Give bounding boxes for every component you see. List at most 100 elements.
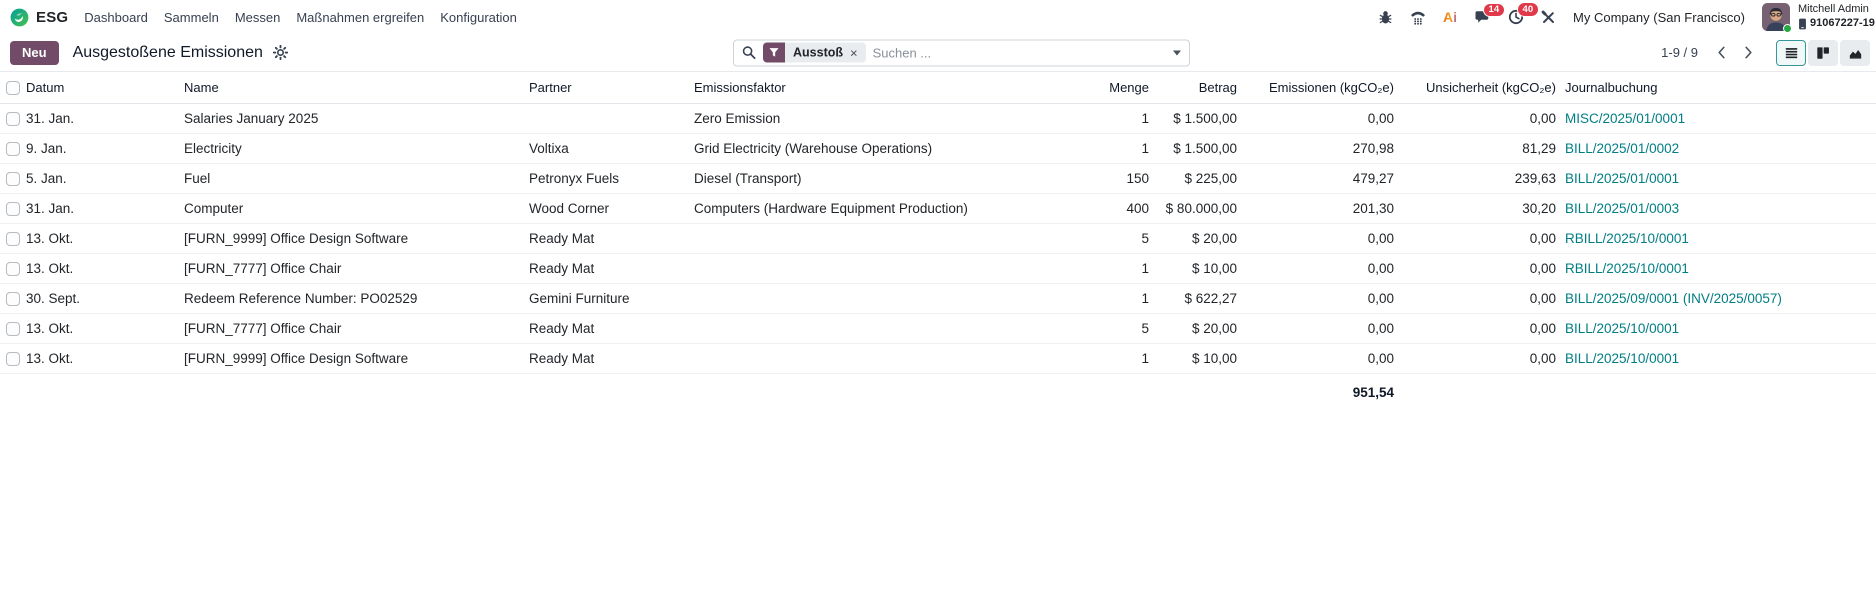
journal-entry-link[interactable]: RBILL/2025/10/0001 xyxy=(1565,231,1689,246)
column-header-emissionsfaktor[interactable]: Emissionsfaktor xyxy=(694,80,1013,95)
tools-icon[interactable] xyxy=(1541,10,1556,25)
cell-qty: 1 xyxy=(1141,351,1149,366)
journal-entry-link[interactable]: BILL/2025/09/0001 (INV/2025/0057) xyxy=(1565,291,1782,306)
cell-date: 9. Jan. xyxy=(26,141,67,156)
graph-view-button[interactable] xyxy=(1840,39,1870,66)
cell-partner: Wood Corner xyxy=(529,201,610,216)
search-facet[interactable]: Ausstoß × xyxy=(763,42,866,63)
table-row[interactable]: 9. Jan. Electricity Voltixa Grid Electricit… xyxy=(0,134,1876,164)
menu-item-sammeln[interactable]: Sammeln xyxy=(156,3,227,32)
journal-entry-link[interactable]: BILL/2025/01/0002 xyxy=(1565,141,1679,156)
cell-date: 30. Sept. xyxy=(26,291,81,306)
row-checkbox[interactable] xyxy=(6,351,20,366)
row-checkbox[interactable] xyxy=(6,111,20,126)
user-phone: 91067227-19 xyxy=(1798,17,1876,31)
row-checkbox[interactable] xyxy=(6,291,20,306)
journal-entry-link[interactable]: BILL/2025/10/0001 xyxy=(1565,321,1679,336)
row-checkbox[interactable] xyxy=(6,261,20,276)
table-row[interactable]: 31. Jan. Salaries January 2025 Zero Emissi… xyxy=(0,104,1876,134)
filter-funnel-icon xyxy=(763,42,785,63)
table-row[interactable]: 30. Sept. Redeem Reference Number: PO0252… xyxy=(0,284,1876,314)
table-row[interactable]: 13. Okt. [FURN_7777] Office Chair Ready Ma… xyxy=(0,314,1876,344)
row-checkbox[interactable] xyxy=(6,201,20,216)
cell-amount: $ 20,00 xyxy=(1191,321,1237,336)
user-menu[interactable]: Mitchell Admin 91067227-19 xyxy=(1798,3,1876,31)
cell-amount: $ 10,00 xyxy=(1191,261,1237,276)
control-panel: Neu Ausgestoßene Emissionen Ausstoß × Su… xyxy=(0,34,1876,72)
activity-clock-icon[interactable]: 40 xyxy=(1508,2,1539,25)
row-checkbox-cell xyxy=(0,171,26,186)
bug-icon[interactable] xyxy=(1378,10,1393,25)
new-button[interactable]: Neu xyxy=(10,40,59,65)
menu-item-dashboard[interactable]: Dashboard xyxy=(76,3,156,32)
cell-factor: Zero Emission xyxy=(694,111,781,126)
cell-uncertainty: 0,00 xyxy=(1529,111,1556,126)
cell-date: 31. Jan. xyxy=(26,201,75,216)
menu-item-konfiguration[interactable]: Konfiguration xyxy=(432,3,525,32)
journal-entry-link[interactable]: MISC/2025/01/0001 xyxy=(1565,111,1685,126)
cell-emissions: 0,00 xyxy=(1367,261,1394,276)
column-header-menge[interactable]: Menge xyxy=(1013,80,1153,95)
pager-next-button[interactable] xyxy=(1735,42,1762,63)
user-avatar[interactable] xyxy=(1762,3,1792,33)
row-checkbox[interactable] xyxy=(6,321,20,336)
table-row[interactable]: 13. Okt. [FURN_9999] Office Design Softwa… xyxy=(0,344,1876,374)
row-checkbox[interactable] xyxy=(6,141,20,156)
cell-emissions: 479,27 xyxy=(1352,171,1394,186)
journal-entry-link[interactable]: BILL/2025/01/0001 xyxy=(1565,171,1679,186)
cell-partner: Ready Mat xyxy=(529,321,595,336)
cell-partner: Petronyx Fuels xyxy=(529,171,620,186)
facet-remove-icon[interactable]: × xyxy=(850,46,858,59)
menu-item-messen[interactable]: Messen xyxy=(227,3,289,32)
cell-partner: Ready Mat xyxy=(529,351,595,366)
select-all-checkbox[interactable] xyxy=(6,80,20,95)
cell-qty: 5 xyxy=(1141,321,1149,336)
ai-icon[interactable]: Ai xyxy=(1443,9,1457,25)
menu-item-ma-nahmen-ergreifen[interactable]: Maßnahmen ergreifen xyxy=(288,3,432,32)
table-row[interactable]: 13. Okt. [FURN_7777] Office Chair Ready Ma… xyxy=(0,254,1876,284)
row-checkbox-cell xyxy=(0,231,26,246)
cell-amount: $ 1.500,00 xyxy=(1173,141,1237,156)
cell-journal: BILL/2025/01/0002 xyxy=(1560,141,1876,156)
search-bar[interactable]: Ausstoß × Suchen ... xyxy=(733,39,1190,66)
cell-journal: RBILL/2025/10/0001 xyxy=(1560,231,1876,246)
facet-label: Ausstoß xyxy=(793,45,843,60)
table-row[interactable]: 5. Jan. Fuel Petronyx Fuels Diesel (Transpo… xyxy=(0,164,1876,194)
caret-down-icon[interactable] xyxy=(1173,50,1181,55)
cell-factor: Diesel (Transport) xyxy=(694,171,802,186)
app-menu-toggle[interactable]: ESG xyxy=(10,8,68,27)
journal-entry-link[interactable]: RBILL/2025/10/0001 xyxy=(1565,261,1689,276)
row-checkbox[interactable] xyxy=(6,171,20,186)
table-row[interactable]: 31. Jan. Computer Wood Corner Computers (Ha… xyxy=(0,194,1876,224)
journal-entry-link[interactable]: BILL/2025/01/0003 xyxy=(1565,201,1679,216)
cell-name: Fuel xyxy=(184,171,211,186)
column-header-journalbuchung[interactable]: Journalbuchung xyxy=(1560,80,1876,95)
search-input[interactable]: Suchen ... xyxy=(873,45,1166,60)
journal-entry-link[interactable]: BILL/2025/10/0001 xyxy=(1565,351,1679,366)
gear-icon[interactable] xyxy=(272,45,288,60)
cell-uncertainty: 81,29 xyxy=(1522,141,1556,156)
pager-previous-button[interactable] xyxy=(1708,42,1735,63)
company-switcher[interactable]: My Company (San Francisco) xyxy=(1573,10,1745,25)
table-row[interactable]: 13. Okt. [FURN_9999] Office Design Softwa… xyxy=(0,224,1876,254)
softphone-icon[interactable] xyxy=(1410,10,1426,25)
pager-value[interactable]: 1-9 / 9 xyxy=(1661,45,1698,60)
view-switcher xyxy=(1776,39,1870,66)
cell-journal: BILL/2025/10/0001 xyxy=(1560,351,1876,366)
column-header-emissionen[interactable]: Emissionen (kgCO₂e) xyxy=(1241,80,1398,95)
column-header-name[interactable]: Name xyxy=(184,80,529,95)
messages-icon[interactable]: 14 xyxy=(1474,2,1505,25)
cell-name: Computer xyxy=(184,201,244,216)
cell-date: 13. Okt. xyxy=(26,261,74,276)
list-view-button[interactable] xyxy=(1776,39,1806,66)
column-header-partner[interactable]: Partner xyxy=(529,80,694,95)
column-header-betrag[interactable]: Betrag xyxy=(1153,80,1241,95)
kanban-view-button[interactable] xyxy=(1808,39,1838,66)
cell-factor: Grid Electricity (Warehouse Operations) xyxy=(694,141,933,156)
column-header-unsicherheit[interactable]: Unsicherheit (kgCO₂e) xyxy=(1398,80,1560,95)
cell-uncertainty: 239,63 xyxy=(1514,171,1556,186)
column-header-datum[interactable]: Datum xyxy=(26,80,184,95)
row-checkbox[interactable] xyxy=(6,231,20,246)
search-icon xyxy=(742,46,756,60)
cell-qty: 1 xyxy=(1141,291,1149,306)
